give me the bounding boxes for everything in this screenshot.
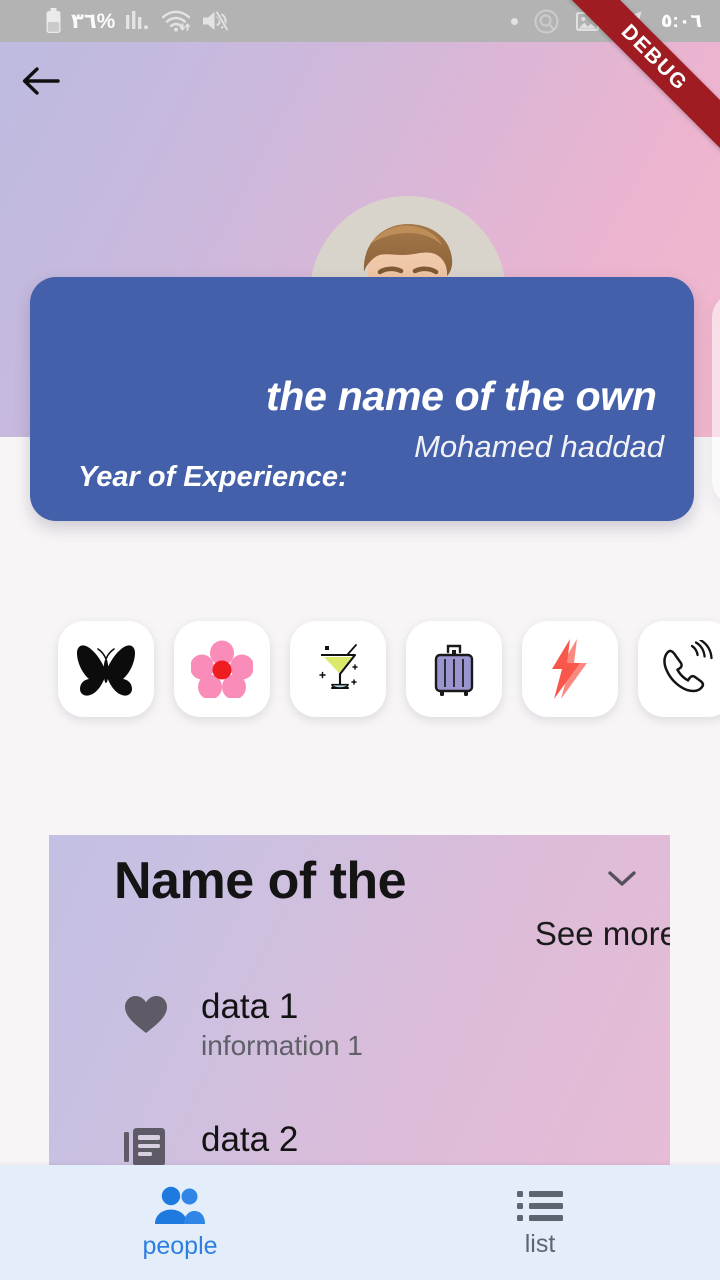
cocktail-icon	[319, 644, 358, 690]
wifi-icon	[162, 10, 191, 32]
info-card-title: Name of the	[114, 852, 407, 910]
see-more-link[interactable]: See more	[535, 915, 670, 953]
people-icon	[155, 1186, 205, 1224]
lightning-bolt-icon	[552, 639, 587, 699]
info-card-expand-button[interactable]	[602, 859, 642, 899]
status-bar-left: ٣٦%	[46, 8, 230, 34]
profile-title: the name of the own	[266, 373, 657, 419]
status-bar: ٣٦% ٥:٠٦	[0, 0, 720, 42]
nav-tab-list[interactable]: list	[360, 1165, 720, 1280]
flower-icon	[191, 640, 253, 698]
info-row-text-1: data 1 information 1	[201, 987, 363, 1062]
article-icon	[124, 1128, 165, 1165]
info-row-title-1: data 1	[201, 987, 299, 1026]
bottom-navigation: people list	[0, 1165, 720, 1280]
mute-vibrate-icon	[203, 10, 230, 32]
category-tile-butterfly[interactable]	[58, 621, 154, 717]
heart-icon	[125, 996, 167, 1033]
battery-icon	[46, 8, 61, 33]
phone-ringing-icon	[663, 640, 713, 693]
nav-tab-people-label: people	[142, 1232, 218, 1260]
info-row-title-2: data 2	[201, 1120, 299, 1159]
profile-experience-label: Year of Experience:	[78, 461, 348, 493]
info-row-subtitle-1: information 1	[201, 1030, 363, 1062]
info-row-data-1[interactable]: data 1 information 1	[49, 987, 670, 1062]
dot-indicator-icon	[510, 17, 518, 25]
category-tile-row[interactable]	[58, 621, 720, 717]
butterfly-icon	[77, 645, 135, 696]
list-icon	[517, 1191, 563, 1221]
app-root: ٣٦% ٥:٠٦ DEBUG the name of the own Moham…	[0, 0, 720, 1280]
profile-owner-name: Mohamed haddad	[414, 429, 664, 464]
telegram-icon	[617, 11, 642, 31]
info-row-data-2[interactable]: data 2	[49, 1120, 670, 1165]
luggage-icon	[434, 644, 474, 696]
category-tile-lightning[interactable]	[522, 621, 618, 717]
heart-icon-wrap	[123, 987, 187, 1035]
category-tile-flower[interactable]	[174, 621, 270, 717]
signal-bars-icon	[126, 11, 149, 30]
info-card[interactable]: Name of the See more data 1 information …	[49, 835, 670, 1165]
profile-card-next-peek[interactable]	[712, 292, 720, 506]
info-row-text-2: data 2	[201, 1120, 298, 1159]
battery-percent: ٣٦%	[71, 9, 116, 33]
category-tile-phone[interactable]	[638, 621, 720, 717]
profile-card[interactable]: the name of the own Mohamed haddad Year …	[30, 277, 694, 521]
nav-tab-list-label: list	[524, 1230, 556, 1258]
arrow-left-icon	[22, 67, 60, 95]
gallery-icon	[575, 11, 599, 31]
status-bar-right: ٥:٠٦	[510, 9, 702, 34]
article-icon-wrap	[123, 1120, 187, 1165]
category-tile-cocktail[interactable]	[290, 621, 386, 717]
status-bar-clock: ٥:٠٦	[660, 10, 702, 32]
chevron-down-icon	[608, 871, 636, 886]
screen-record-icon	[534, 9, 559, 33]
back-button[interactable]	[6, 50, 76, 112]
category-tile-luggage[interactable]	[406, 621, 502, 717]
nav-tab-people[interactable]: people	[0, 1165, 360, 1280]
